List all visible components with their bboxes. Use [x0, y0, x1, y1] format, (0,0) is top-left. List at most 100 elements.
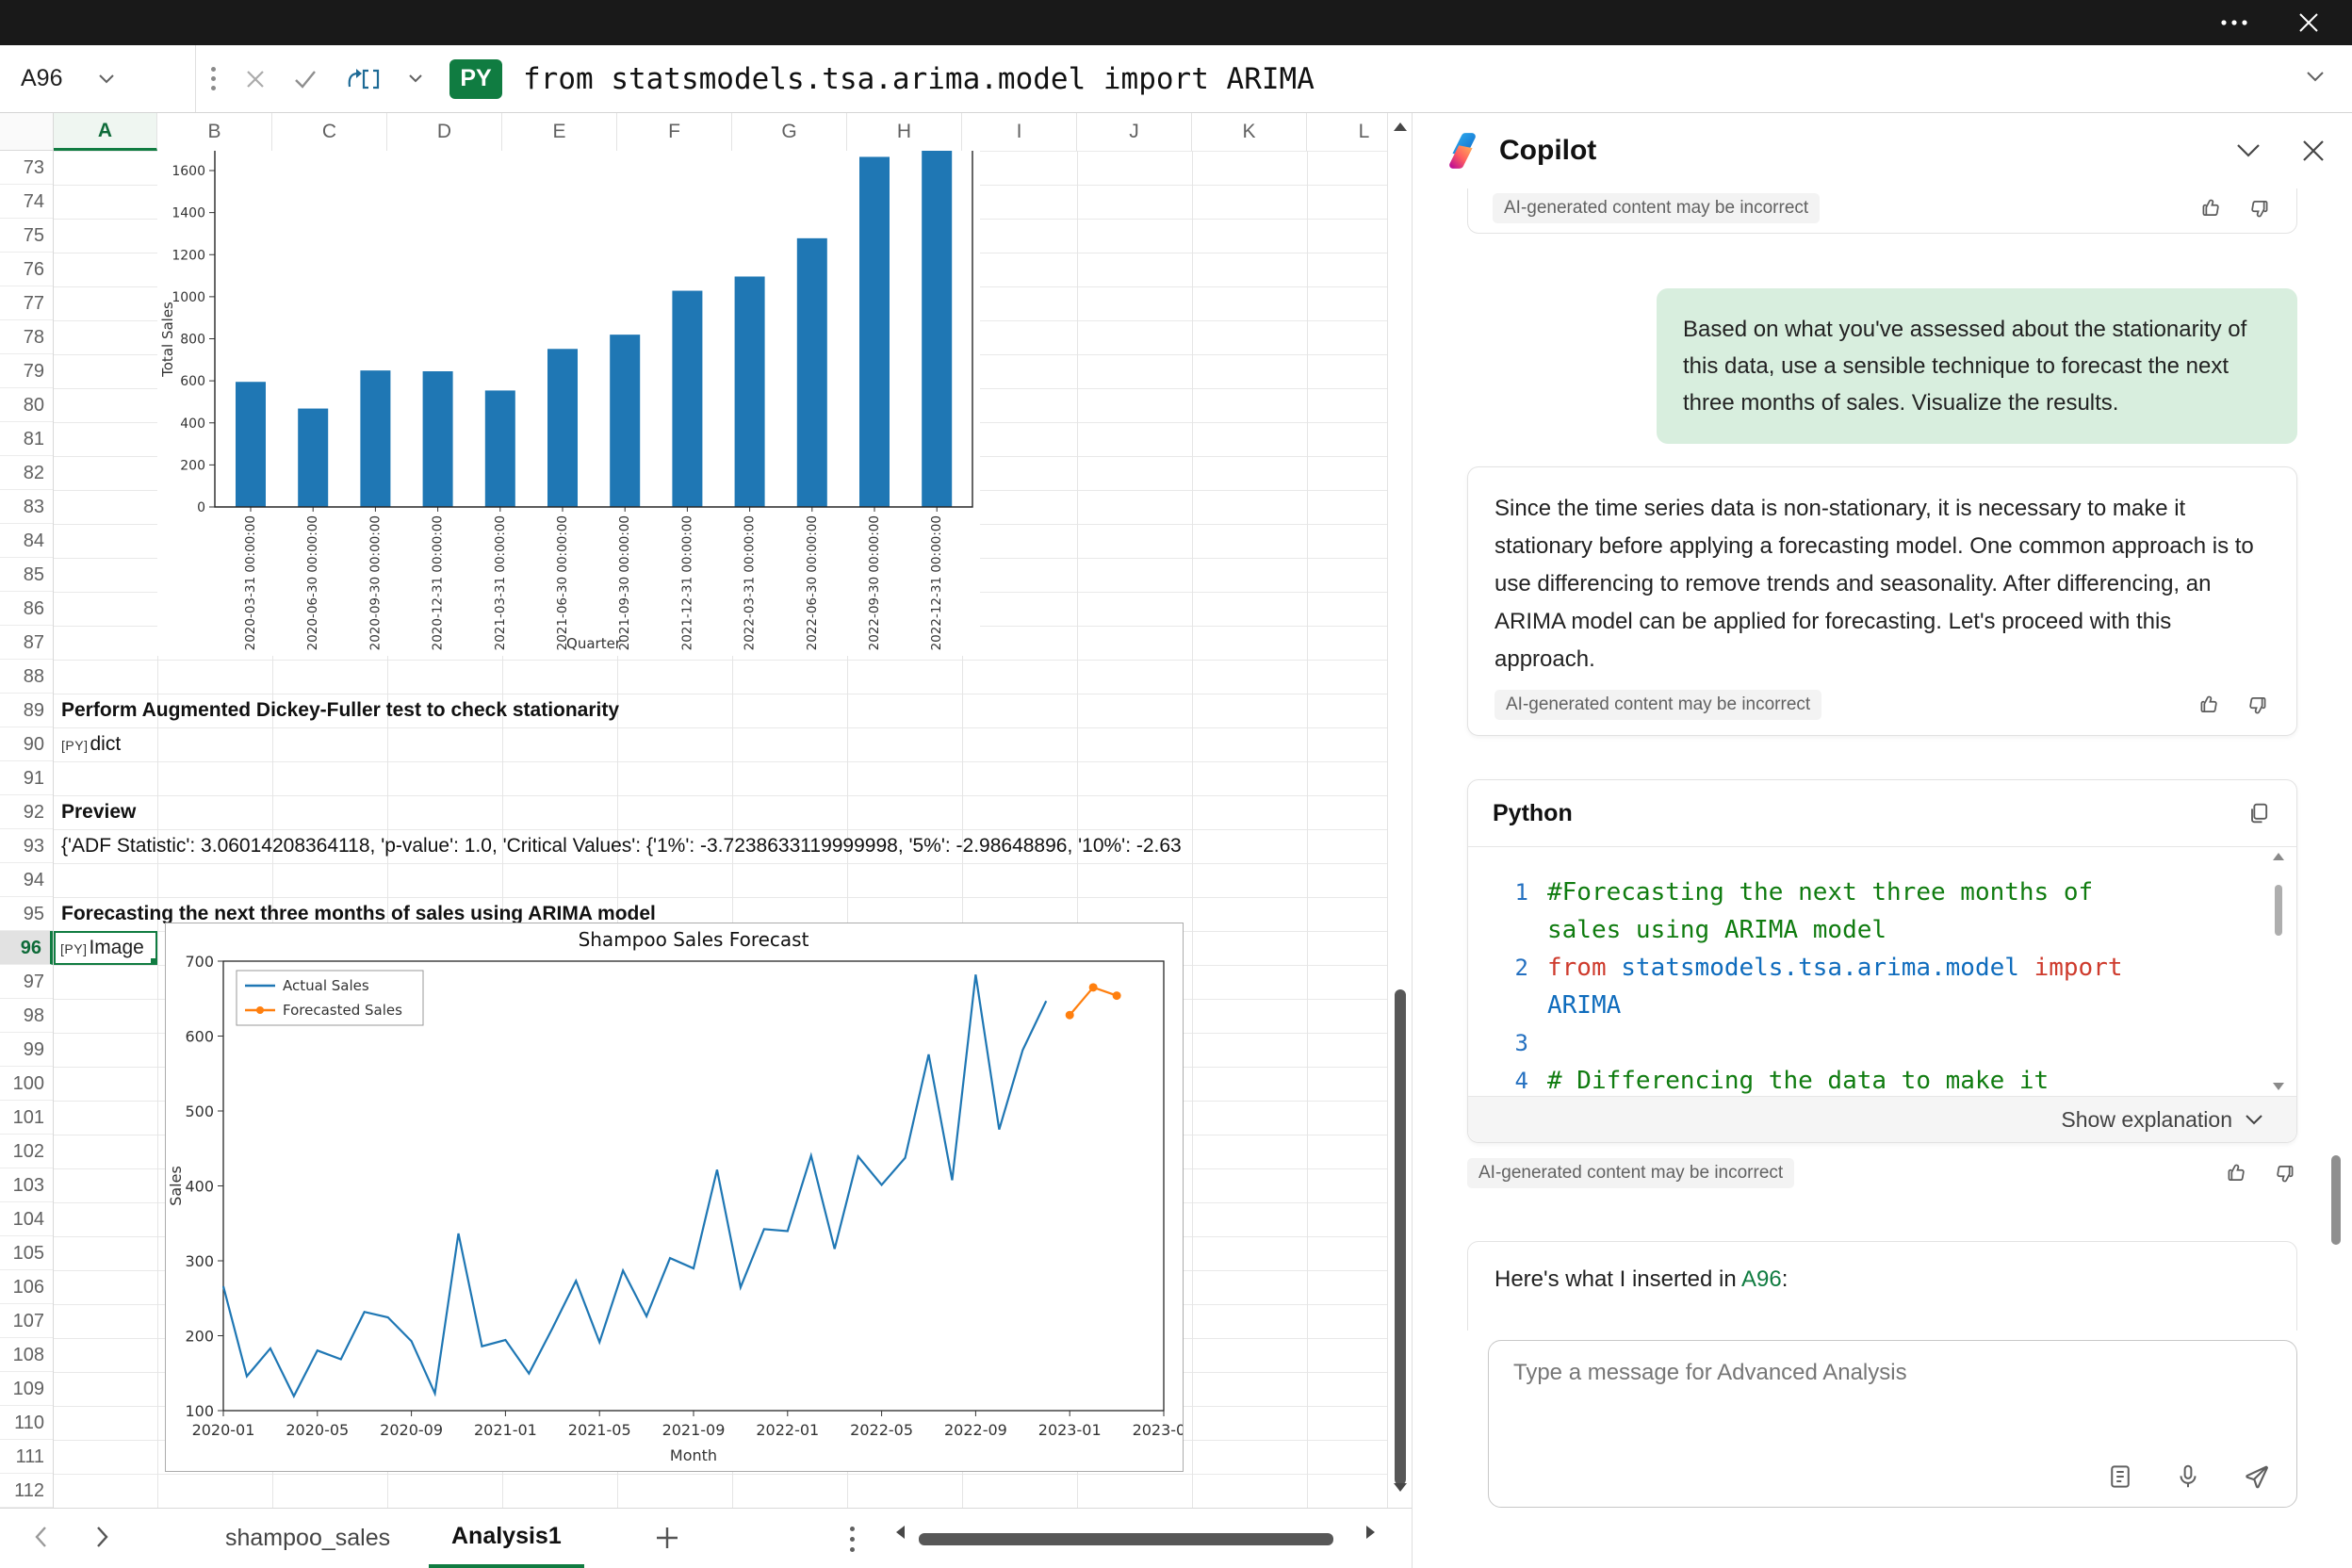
row-header-91[interactable]: 91: [0, 761, 53, 795]
scroll-left-icon[interactable]: [896, 1526, 905, 1539]
thumbs-down-icon[interactable]: [2273, 1161, 2297, 1185]
thumbs-up-icon[interactable]: [2197, 693, 2221, 717]
grid-body[interactable]: 020040060080010001200140016002020-03-31 …: [54, 151, 1387, 1508]
thumbs-up-icon[interactable]: [2224, 1161, 2248, 1185]
row-header-98[interactable]: 98: [0, 999, 53, 1033]
prev-sheet-icon[interactable]: [32, 1524, 49, 1555]
sheet-tab-analysis1[interactable]: Analysis1: [429, 1509, 584, 1568]
horizontal-scroll-thumb[interactable]: [919, 1533, 1333, 1545]
thumbs-up-icon[interactable]: [2198, 196, 2223, 220]
column-header-F[interactable]: F: [617, 113, 732, 151]
row-header-78[interactable]: 78: [0, 320, 53, 354]
code-scroll-thumb[interactable]: [2275, 885, 2282, 936]
row-header-80[interactable]: 80: [0, 388, 53, 422]
scroll-up-icon[interactable]: [1394, 122, 1407, 131]
code-scrollbar[interactable]: [2268, 851, 2289, 1092]
column-header-H[interactable]: H: [847, 113, 962, 151]
enter-check-icon[interactable]: [293, 68, 318, 90]
row-header-93[interactable]: 93: [0, 829, 53, 863]
row-header-107[interactable]: 107: [0, 1304, 53, 1338]
row-header-79[interactable]: 79: [0, 354, 53, 388]
column-header-I[interactable]: I: [962, 113, 1077, 151]
row-header-95[interactable]: 95: [0, 897, 53, 931]
message-input-box[interactable]: [1488, 1340, 2297, 1508]
horizontal-scrollbar[interactable]: [890, 1509, 1380, 1568]
row-header-85[interactable]: 85: [0, 558, 53, 592]
inserted-cell-link[interactable]: A96: [1741, 1266, 1782, 1292]
column-header-A[interactable]: A: [54, 113, 157, 151]
row-header-105[interactable]: 105: [0, 1236, 53, 1270]
row-header-102[interactable]: 102: [0, 1135, 53, 1168]
row-header-103[interactable]: 103: [0, 1168, 53, 1202]
row-header-96[interactable]: 96: [0, 931, 53, 965]
row-header-81[interactable]: 81: [0, 422, 53, 456]
row-header-82[interactable]: 82: [0, 456, 53, 490]
column-header-E[interactable]: E: [502, 113, 617, 151]
row-header-110[interactable]: 110: [0, 1406, 53, 1440]
sheet-options-icon[interactable]: [846, 1523, 858, 1556]
cell-a92[interactable]: Preview: [61, 795, 136, 829]
row-header-84[interactable]: 84: [0, 524, 53, 558]
collapse-panel-icon[interactable]: [2235, 142, 2262, 159]
column-header-J[interactable]: J: [1077, 113, 1192, 151]
selected-cell-a96[interactable]: [PY]Image: [54, 931, 157, 965]
expand-formula-bar-icon[interactable]: [2305, 70, 2352, 88]
row-header-83[interactable]: 83: [0, 490, 53, 524]
thumbs-down-icon[interactable]: [2247, 196, 2272, 220]
chevron-down-icon[interactable]: [408, 74, 423, 84]
python-object-icon[interactable]: [344, 64, 382, 94]
more-options-icon[interactable]: [2220, 19, 2248, 26]
row-header-76[interactable]: 76: [0, 253, 53, 286]
row-header-97[interactable]: 97: [0, 965, 53, 999]
row-header-106[interactable]: 106: [0, 1270, 53, 1304]
send-icon[interactable]: [2242, 1462, 2272, 1492]
row-header-112[interactable]: 112: [0, 1474, 53, 1508]
row-header-104[interactable]: 104: [0, 1202, 53, 1236]
name-box[interactable]: A96: [0, 45, 196, 112]
bar-chart-image[interactable]: 020040060080010001200140016002020-03-31 …: [157, 151, 980, 656]
row-header-77[interactable]: 77: [0, 286, 53, 320]
row-header-101[interactable]: 101: [0, 1101, 53, 1135]
column-header-L[interactable]: L: [1307, 113, 1387, 151]
row-header-90[interactable]: 90: [0, 727, 53, 761]
window-close-icon[interactable]: [2297, 11, 2320, 34]
column-header-C[interactable]: C: [272, 113, 387, 151]
column-header-K[interactable]: K: [1192, 113, 1307, 151]
row-header-86[interactable]: 86: [0, 592, 53, 626]
column-header-D[interactable]: D: [387, 113, 502, 151]
row-header-75[interactable]: 75: [0, 219, 53, 253]
scroll-down-icon[interactable]: [1394, 1483, 1407, 1492]
thumbs-down-icon[interactable]: [2246, 693, 2270, 717]
row-header-87[interactable]: 87: [0, 626, 53, 660]
cancel-icon[interactable]: [244, 68, 267, 90]
copy-code-icon[interactable]: [2246, 800, 2272, 826]
row-header-99[interactable]: 99: [0, 1033, 53, 1067]
show-explanation-button[interactable]: Show explanation: [1468, 1096, 2296, 1142]
cell-a89[interactable]: Perform Augmented Dickey-Fuller test to …: [61, 694, 619, 727]
microphone-icon[interactable]: [2174, 1462, 2202, 1491]
add-sheet-icon[interactable]: [652, 1523, 682, 1558]
formula-bar-dots-icon[interactable]: [211, 67, 216, 90]
next-sheet-icon[interactable]: [94, 1524, 111, 1555]
column-header-G[interactable]: G: [732, 113, 847, 151]
code-scroll-up-icon[interactable]: [2273, 853, 2284, 860]
cell-a90[interactable]: [PY]dict: [61, 727, 121, 762]
fill-handle[interactable]: [150, 957, 157, 965]
line-chart-image[interactable]: 1002003004005006007002020-012020-052020-…: [165, 923, 1184, 1472]
row-header-74[interactable]: 74: [0, 185, 53, 219]
select-all-corner[interactable]: [0, 113, 54, 151]
sheet-tab-shampoo-sales[interactable]: shampoo_sales: [203, 1509, 413, 1568]
row-header-100[interactable]: 100: [0, 1067, 53, 1101]
prompt-guide-icon[interactable]: [2106, 1462, 2134, 1491]
panel-scroll-thumb[interactable]: [2331, 1155, 2341, 1245]
row-header-73[interactable]: 73: [0, 151, 53, 185]
row-header-89[interactable]: 89: [0, 694, 53, 727]
row-header-108[interactable]: 108: [0, 1338, 53, 1372]
row-header-88[interactable]: 88: [0, 660, 53, 694]
vertical-scroll-thumb[interactable]: [1395, 989, 1406, 1485]
row-header-109[interactable]: 109: [0, 1372, 53, 1406]
row-header-92[interactable]: 92: [0, 795, 53, 829]
column-header-B[interactable]: B: [157, 113, 272, 151]
formula-input[interactable]: from statsmodels.tsa.arima.model import …: [523, 62, 1315, 96]
cell-a93[interactable]: {'ADF Statistic': 3.06014208364118, 'p-v…: [61, 829, 1182, 863]
